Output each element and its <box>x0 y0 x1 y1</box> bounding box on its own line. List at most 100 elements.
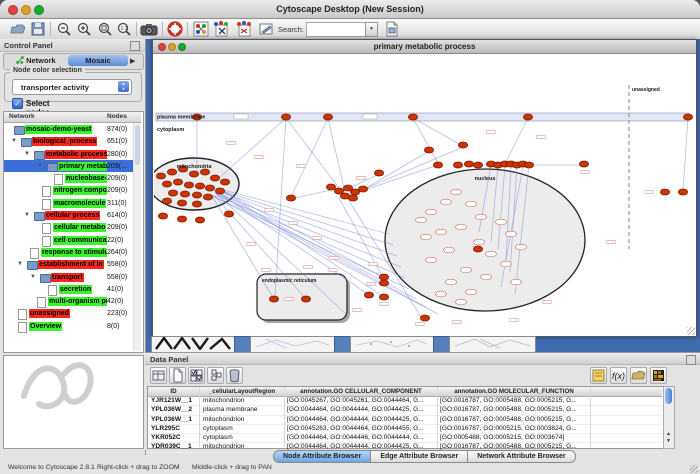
table-row[interactable]: YPL036W__1mitochondrion[GO:0044464, GO:0… <box>148 416 662 425</box>
zoom-in-icon[interactable] <box>76 21 92 37</box>
tree-row[interactable]: response to stimulu264(0) <box>4 246 141 258</box>
tree-row[interactable]: ▼metabolic process280(0) <box>4 148 141 160</box>
notes-icon[interactable] <box>590 367 607 384</box>
network-window-titlebar[interactable]: primary metabolic process <box>153 40 696 54</box>
tree-row[interactable]: mosaic-demo-yeast874(0) <box>4 123 141 135</box>
tree-row[interactable]: ▼primary metabo209(... <box>4 160 141 172</box>
tab-node-attribute-browser[interactable]: Node Attribute Browser <box>273 450 371 463</box>
table-row[interactable]: YKR052Ccytoplasm[GO:0044464, GO:0044446,… <box>148 434 662 443</box>
help-lifering-icon[interactable] <box>167 21 183 37</box>
snapshot-camera-icon[interactable] <box>140 21 158 37</box>
tree-row[interactable]: cellular metabo209(0) <box>4 221 141 233</box>
col-cellular-layout-region[interactable]: _cellularLayoutRegion <box>200 388 284 395</box>
tree-row[interactable]: Overview8(0) <box>4 320 141 332</box>
expand-arrow-icon[interactable]: ▼ <box>37 163 43 169</box>
table-row[interactable]: YJR121W__1mitochondrion[GO:0045267, GO:0… <box>148 397 662 406</box>
table-row[interactable]: YLR295Ccytoplasm[GO:0045263, GO:0044464,… <box>148 425 662 434</box>
tree-row[interactable]: ▼cellular process614(0) <box>4 209 141 221</box>
tab-network[interactable]: Network <box>10 55 62 66</box>
expand-arrow-icon[interactable]: ▼ <box>30 274 36 280</box>
attribute-select-icon[interactable] <box>150 367 167 384</box>
heatmap-icon[interactable] <box>650 367 667 384</box>
background-window-titlebar-sliver[interactable] <box>234 336 251 353</box>
tree-scrollbar[interactable] <box>133 123 141 351</box>
zoom-selected-icon[interactable] <box>97 21 113 37</box>
tree-row[interactable]: cell communicat22(0) <box>4 234 141 246</box>
table-cell: YLR295C <box>151 425 199 433</box>
table-scrollbar[interactable]: ▲ ▼ <box>663 386 675 449</box>
table-row[interactable]: YPL036W__2plasma membrane[GO:0044464, GO… <box>148 406 662 415</box>
float-data-panel-icon[interactable] <box>686 355 696 365</box>
network-view-window: primary metabolic process plasma membran… <box>152 39 697 337</box>
table-scrollbar-thumb[interactable] <box>665 388 672 404</box>
node-label-mark <box>303 266 313 269</box>
col-go-molecular-function[interactable]: annotation.GO MOLECULAR_FUNCTION <box>438 388 590 395</box>
select-nodes-checkbox[interactable]: ✓ <box>12 98 23 109</box>
node-label-mark <box>415 323 425 326</box>
expand-arrow-icon[interactable]: ▼ <box>24 212 30 218</box>
scroll-up-icon[interactable]: ▲ <box>665 431 672 437</box>
background-window-sliver[interactable] <box>350 336 434 353</box>
background-window-titlebar-sliver[interactable] <box>433 336 450 353</box>
zoom-fit-icon[interactable]: 1:1 <box>116 21 132 37</box>
app-resize-grip-icon[interactable] <box>690 465 698 473</box>
file-icon <box>18 322 27 333</box>
tree-row[interactable]: macromolecule311(0) <box>4 197 141 209</box>
network-node <box>215 188 224 194</box>
node-color-dropdown[interactable]: transporter activity ▲▼ <box>12 79 132 95</box>
network-view-icon[interactable] <box>193 21 209 37</box>
search-input[interactable] <box>306 22 370 37</box>
zoom-out-icon[interactable] <box>56 21 72 37</box>
background-window-titlebar-sliver[interactable] <box>334 336 351 353</box>
background-window-sliver[interactable] <box>449 336 536 353</box>
attribute-grid-icon[interactable] <box>207 367 224 384</box>
float-panel-icon[interactable] <box>130 41 140 51</box>
expand-arrow-icon[interactable]: ▼ <box>11 138 17 144</box>
tree-row[interactable]: nitrogen compo209(0) <box>4 184 141 196</box>
tree-row[interactable]: ▼establishment of lo558(0) <box>4 258 141 270</box>
network-node <box>458 142 467 148</box>
function-builder-icon[interactable]: f(x) <box>610 367 627 384</box>
network-node <box>379 274 388 280</box>
nucleus-node-label-oval <box>444 247 455 253</box>
birdseye-view[interactable] <box>3 355 144 449</box>
expand-arrow-icon[interactable]: ▼ <box>24 151 30 157</box>
select-attributes-grid-icon[interactable] <box>188 367 205 384</box>
delete-attribute-trash-icon[interactable] <box>226 367 243 384</box>
background-window-sliver[interactable] <box>250 336 335 353</box>
tree-row[interactable]: multi-organism pro42(0) <box>4 295 141 307</box>
window-resize-grip-icon[interactable] <box>687 327 695 335</box>
scroll-down-icon[interactable]: ▼ <box>665 438 672 444</box>
tree-row-label: establishment of lo <box>38 260 104 269</box>
expand-arrow-icon[interactable]: ▼ <box>17 261 23 267</box>
new-attribute-icon[interactable] <box>169 367 186 384</box>
tree-row-label: multi-organism pro <box>48 297 107 306</box>
tree-row[interactable]: secretion41(0) <box>4 283 141 295</box>
tree-row-node-count: 651(0) <box>107 137 127 146</box>
tab-network-attribute-browser[interactable]: Network Attribute Browser <box>468 450 575 463</box>
network-edge <box>683 118 688 190</box>
import-attributes-icon[interactable] <box>235 21 252 37</box>
background-window-sliver[interactable] <box>151 336 235 353</box>
tree-row[interactable]: ▼transport558(0) <box>4 271 141 283</box>
network-canvas[interactable]: plasma membranecytoplasmmitochondrianucl… <box>154 54 695 335</box>
col-go-cellular-component[interactable]: annotation.GO CELLULAR_COMPONENT <box>285 388 437 395</box>
tree-row[interactable]: unassigned223(0) <box>4 307 141 319</box>
tree-row[interactable]: nucleobase-209(0) <box>4 172 141 184</box>
region-label: nucleus <box>475 176 496 182</box>
tab-overflow-arrow-icon[interactable]: ▶ <box>130 57 135 65</box>
save-icon[interactable] <box>30 21 46 37</box>
import-attributes-folder-icon[interactable] <box>630 367 647 384</box>
import-network-icon[interactable] <box>212 21 229 37</box>
tab-edge-attribute-browser[interactable]: Edge Attribute Browser <box>371 450 468 463</box>
tab-mosaic[interactable]: Mosaic <box>68 55 128 66</box>
annotation-icon[interactable] <box>258 21 274 37</box>
open-icon[interactable] <box>10 21 26 37</box>
tree-row[interactable]: ▼biological_process651(0) <box>4 135 141 147</box>
toolbar-separator <box>187 22 188 36</box>
document-settings-icon[interactable] <box>384 21 400 37</box>
nucleus-node-label-oval <box>456 224 467 230</box>
tree-scrollbar-thumb[interactable] <box>135 125 140 165</box>
search-dropdown-arrow-icon[interactable]: ▼ <box>365 22 378 37</box>
col-id[interactable]: ID <box>148 388 199 395</box>
